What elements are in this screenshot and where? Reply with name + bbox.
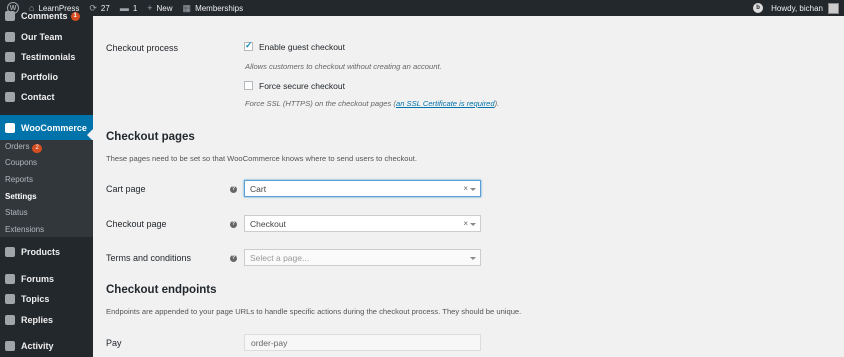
- sidebar-item-comments[interactable]: Comments 1: [0, 8, 93, 24]
- checkout-process-label: Checkout process: [106, 43, 179, 53]
- memberships-label: Memberships: [195, 3, 244, 13]
- memberships-icon: ▦: [182, 2, 192, 13]
- secure-checkout-description: Force SSL (HTTPS) on the checkout pages …: [245, 99, 499, 108]
- settings-content: Checkout process Enable guest checkout A…: [93, 16, 844, 357]
- checkout-endpoints-heading: Checkout endpoints: [106, 284, 217, 296]
- sidebar-item-label: Comments: [21, 11, 68, 21]
- memberships-link[interactable]: ▦ Memberships: [178, 0, 249, 16]
- help-icon[interactable]: ?: [230, 186, 237, 193]
- sidebar-item-label: Activity: [21, 341, 54, 351]
- user-badge-icon: b: [753, 3, 764, 13]
- pay-endpoint-value: order-pay: [251, 337, 288, 348]
- clear-icon[interactable]: ×: [463, 184, 468, 193]
- checkout-page-label: Checkout page: [106, 219, 167, 229]
- sidebar-item-testimonials[interactable]: Testimonials: [0, 49, 93, 65]
- chevron-down-icon: [470, 223, 476, 226]
- terms-page-select[interactable]: Select a page...: [244, 249, 481, 266]
- help-icon[interactable]: ?: [230, 255, 237, 262]
- submenu-item-orders[interactable]: Orders 2: [5, 142, 42, 153]
- team-icon: [5, 32, 15, 42]
- orders-badge: 2: [32, 144, 42, 153]
- chevron-down-icon: [470, 188, 476, 191]
- sidebar-item-contact[interactable]: Contact: [0, 89, 93, 105]
- force-secure-checkout-checkbox[interactable]: [244, 81, 253, 90]
- submenu-item-extensions[interactable]: Extensions: [5, 225, 44, 234]
- my-account[interactable]: b Howdy, bichan: [753, 0, 844, 16]
- submenu-item-label: Settings: [5, 192, 37, 201]
- portfolio-icon: [5, 72, 15, 82]
- submenu-item-label: Coupons: [5, 158, 38, 167]
- guest-checkout-description: Allows customers to checkout without cre…: [245, 62, 442, 71]
- plus-icon: +: [147, 3, 153, 13]
- submenu-item-label: Extensions: [5, 225, 45, 234]
- submenu-item-label: Orders: [5, 142, 30, 151]
- cart-page-value: Cart: [250, 183, 267, 194]
- sidebar-item-label: Topics: [21, 294, 50, 304]
- chevron-down-icon: [470, 257, 476, 260]
- sidebar-item-forums[interactable]: Forums: [0, 271, 93, 287]
- ssl-certificate-link[interactable]: an SSL Certificate is required: [396, 99, 495, 108]
- submenu-item-label: Reports: [5, 175, 34, 184]
- sidebar-item-label: Our Team: [21, 32, 63, 42]
- topics-icon: [5, 294, 15, 304]
- sidebar-item-label: Replies: [21, 315, 54, 325]
- submenu-item-reports[interactable]: Reports: [5, 175, 33, 184]
- sidebar-item-topics[interactable]: Topics: [0, 291, 93, 307]
- terms-conditions-label: Terms and conditions: [106, 253, 192, 263]
- comments-link[interactable]: ▬ 1: [115, 0, 142, 16]
- contact-icon: [5, 92, 15, 102]
- enable-guest-checkout-label: Enable guest checkout: [259, 42, 346, 52]
- woocommerce-icon: [5, 123, 15, 133]
- submenu-item-label: Status: [5, 208, 28, 217]
- forums-icon: [5, 274, 15, 284]
- replies-icon: [5, 315, 15, 325]
- sidebar-item-label: Portfolio: [21, 72, 58, 82]
- checkout-pages-description: These pages need to be set so that WooCo…: [106, 154, 417, 163]
- products-icon: [5, 247, 15, 257]
- admin-bar: W ⌂ LearnPress ⟳ 27 ▬ 1 + New ▦ Membersh…: [0, 0, 844, 16]
- enable-guest-checkout-checkbox[interactable]: [244, 40, 253, 51]
- cart-page-label: Cart page: [106, 184, 146, 194]
- comments-icon: [5, 11, 15, 21]
- sidebar-item-portfolio[interactable]: Portfolio: [0, 69, 93, 85]
- clear-icon[interactable]: ×: [463, 219, 468, 228]
- sidebar-item-label: Testimonials: [21, 52, 76, 62]
- checkout-endpoints-description: Endpoints are appended to your page URLs…: [106, 307, 522, 316]
- avatar: [828, 2, 839, 14]
- updates-count: 27: [100, 3, 110, 13]
- activity-icon: [5, 341, 15, 351]
- secure-desc-suffix: ).: [494, 99, 500, 108]
- secure-desc-prefix: Force SSL (HTTPS) on the checkout pages …: [245, 99, 396, 108]
- comments-badge: 1: [70, 11, 80, 21]
- sidebar-item-activity[interactable]: Activity: [0, 338, 93, 354]
- sidebar-item-label: Products: [21, 247, 61, 257]
- pay-endpoint-input[interactable]: order-pay: [244, 334, 481, 351]
- checkout-pages-heading: Checkout pages: [106, 131, 195, 143]
- sidebar-item-our-team[interactable]: Our Team: [0, 29, 93, 45]
- howdy-text: Howdy, bichan: [771, 3, 823, 13]
- admin-sidebar: Comments 1 Our Team Testimonials Portfol…: [0, 11, 93, 357]
- new-label: New: [156, 3, 173, 13]
- new-content-link[interactable]: + New: [142, 0, 177, 16]
- comment-icon: ▬: [119, 3, 129, 13]
- checkout-page-select[interactable]: Checkout ×: [244, 215, 481, 232]
- pay-endpoint-label: Pay: [106, 338, 122, 348]
- force-secure-checkout-label: Force secure checkout: [259, 81, 345, 91]
- sidebar-item-label: WooCommerce: [21, 123, 87, 133]
- sidebar-item-label: Contact: [21, 92, 55, 102]
- testimonials-icon: [5, 52, 15, 62]
- sidebar-item-label: Forums: [21, 274, 55, 284]
- woocommerce-submenu: [0, 140, 93, 237]
- checkout-page-value: Checkout: [250, 218, 286, 229]
- sidebar-item-replies[interactable]: Replies: [0, 312, 93, 328]
- help-icon[interactable]: ?: [230, 221, 237, 228]
- terms-page-placeholder: Select a page...: [250, 252, 310, 263]
- sidebar-item-woocommerce[interactable]: WooCommerce: [0, 115, 93, 141]
- submenu-item-settings[interactable]: Settings: [5, 192, 37, 201]
- submenu-item-coupons[interactable]: Coupons: [5, 158, 37, 167]
- submenu-item-status[interactable]: Status: [5, 208, 28, 217]
- comments-count: 1: [132, 3, 138, 13]
- sidebar-item-products[interactable]: Products: [0, 244, 93, 260]
- cart-page-select[interactable]: Cart ×: [244, 180, 481, 197]
